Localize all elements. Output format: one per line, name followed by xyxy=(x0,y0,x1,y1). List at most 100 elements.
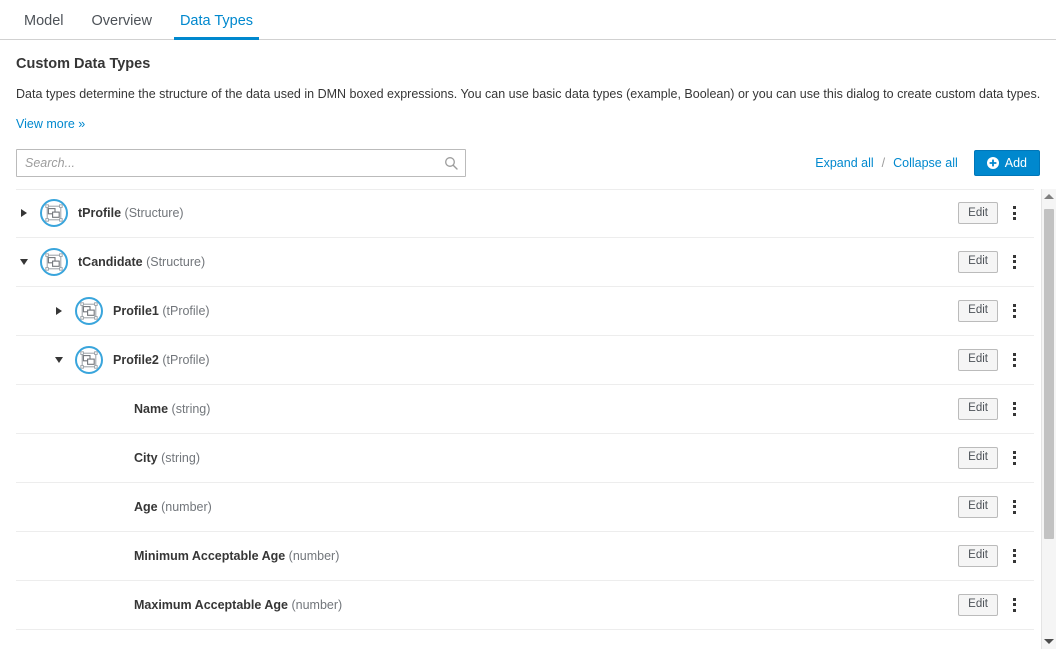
toolbar-actions: Expand all / Collapse all Add xyxy=(815,150,1040,176)
edit-button[interactable]: Edit xyxy=(958,300,998,322)
row-actions: Edit xyxy=(958,398,1024,420)
table-row[interactable]: Maximum Acceptable Age (number) Edit xyxy=(16,581,1034,630)
data-type-name: tCandidate xyxy=(78,255,143,269)
row-content: Age (number) xyxy=(16,499,958,515)
toolbar: Expand all / Collapse all Add xyxy=(0,133,1056,177)
tab-model[interactable]: Model xyxy=(10,14,78,40)
kebab-menu-icon[interactable] xyxy=(1004,202,1024,224)
data-type-kind: (string) xyxy=(161,451,200,465)
row-content: City (string) xyxy=(16,450,958,466)
scroll-down-arrow-icon[interactable] xyxy=(1042,634,1056,649)
collapse-all-link[interactable]: Collapse all xyxy=(893,156,958,170)
row-actions: Edit xyxy=(958,594,1024,616)
expand-all-link[interactable]: Expand all xyxy=(815,156,873,170)
row-actions: Edit xyxy=(958,300,1024,322)
collapse-toggle-icon[interactable] xyxy=(51,352,67,368)
row-label: Age (number) xyxy=(134,500,212,514)
kebab-menu-icon[interactable] xyxy=(1004,398,1024,420)
data-type-name: Profile2 xyxy=(113,353,159,367)
collapse-toggle-icon[interactable] xyxy=(16,254,32,270)
kebab-menu-icon[interactable] xyxy=(1004,496,1024,518)
table-row[interactable]: Profile1 (tProfile) Edit xyxy=(16,287,1034,336)
toggle-placeholder xyxy=(108,548,124,564)
table-row[interactable]: Profile2 (tProfile) Edit xyxy=(16,336,1034,385)
data-type-name: Profile1 xyxy=(113,304,159,318)
add-button-label: Add xyxy=(1005,157,1027,170)
data-type-name: Minimum Acceptable Age xyxy=(134,549,285,563)
expand-toggle-icon[interactable] xyxy=(51,303,67,319)
data-type-name: Age xyxy=(134,500,158,514)
data-type-name: tProfile xyxy=(78,206,121,220)
kebab-menu-icon[interactable] xyxy=(1004,545,1024,567)
toggle-placeholder xyxy=(108,499,124,515)
edit-button[interactable]: Edit xyxy=(958,496,998,518)
structure-icon xyxy=(40,248,68,276)
row-label: tCandidate (Structure) xyxy=(78,255,205,269)
data-types-list: tProfile (Structure)EdittCandidate (Stru… xyxy=(0,189,1056,649)
search-input[interactable] xyxy=(16,149,466,177)
page-header: Custom Data Types Data types determine t… xyxy=(0,40,1056,133)
page-title: Custom Data Types xyxy=(16,56,1040,72)
table-row[interactable]: Minimum Acceptable Age (number) Edit xyxy=(16,532,1034,581)
data-type-kind: (Structure) xyxy=(146,255,205,269)
row-content: Profile2 (tProfile) xyxy=(16,346,958,374)
plus-circle-icon xyxy=(987,157,999,169)
data-type-name: Name xyxy=(134,402,168,416)
page-description: Data types determine the structure of th… xyxy=(16,86,1040,103)
row-content: Profile1 (tProfile) xyxy=(16,297,958,325)
edit-button[interactable]: Edit xyxy=(958,594,998,616)
row-label: Name (string) xyxy=(134,402,210,416)
data-type-kind: (string) xyxy=(172,402,211,416)
scroll-up-arrow-icon[interactable] xyxy=(1042,189,1056,204)
structure-icon xyxy=(40,199,68,227)
row-label: City (string) xyxy=(134,451,200,465)
data-type-kind: (number) xyxy=(291,598,342,612)
row-actions: Edit xyxy=(958,496,1024,518)
data-type-name: Maximum Acceptable Age xyxy=(134,598,288,612)
expand-toggle-icon[interactable] xyxy=(16,205,32,221)
row-content: tProfile (Structure) xyxy=(16,199,958,227)
table-row[interactable]: tProfile (Structure) Edit xyxy=(16,189,1034,238)
tab-data-types[interactable]: Data Types xyxy=(166,14,267,40)
kebab-menu-icon[interactable] xyxy=(1004,300,1024,322)
edit-button[interactable]: Edit xyxy=(958,447,998,469)
toolbar-separator: / xyxy=(874,156,893,170)
data-type-kind: (number) xyxy=(289,549,340,563)
table-row[interactable]: Age (number) Edit xyxy=(16,483,1034,532)
table-row[interactable]: Name (string) Edit xyxy=(16,385,1034,434)
row-label: Profile2 (tProfile) xyxy=(113,353,210,367)
row-actions: Edit xyxy=(958,447,1024,469)
row-actions: Edit xyxy=(958,545,1024,567)
scrollbar-thumb[interactable] xyxy=(1044,209,1054,539)
data-type-kind: (tProfile) xyxy=(162,304,209,318)
edit-button[interactable]: Edit xyxy=(958,349,998,371)
table-row[interactable]: tCandidate (Structure) Edit xyxy=(16,238,1034,287)
row-content: tCandidate (Structure) xyxy=(16,248,958,276)
row-label: Maximum Acceptable Age (number) xyxy=(134,598,342,612)
edit-button[interactable]: Edit xyxy=(958,251,998,273)
row-content: Maximum Acceptable Age (number) xyxy=(16,597,958,613)
edit-button[interactable]: Edit xyxy=(958,398,998,420)
kebab-menu-icon[interactable] xyxy=(1004,251,1024,273)
kebab-menu-icon[interactable] xyxy=(1004,447,1024,469)
row-content: Minimum Acceptable Age (number) xyxy=(16,548,958,564)
data-type-kind: (tProfile) xyxy=(162,353,209,367)
row-actions: Edit xyxy=(958,251,1024,273)
edit-button[interactable]: Edit xyxy=(958,202,998,224)
kebab-menu-icon[interactable] xyxy=(1004,594,1024,616)
add-button[interactable]: Add xyxy=(974,150,1040,176)
tab-overview[interactable]: Overview xyxy=(78,14,166,40)
edit-button[interactable]: Edit xyxy=(958,545,998,567)
tab-bar: ModelOverviewData Types xyxy=(0,0,1056,40)
row-label: tProfile (Structure) xyxy=(78,206,184,220)
kebab-menu-icon[interactable] xyxy=(1004,349,1024,371)
list-scrollbar[interactable] xyxy=(1041,189,1056,649)
row-label: Minimum Acceptable Age (number) xyxy=(134,549,339,563)
row-label: Profile1 (tProfile) xyxy=(113,304,210,318)
data-type-kind: (number) xyxy=(161,500,212,514)
view-more-link[interactable]: View more » xyxy=(16,117,85,131)
table-row[interactable]: City (string) Edit xyxy=(16,434,1034,483)
toggle-placeholder xyxy=(108,401,124,417)
search-box xyxy=(16,149,466,177)
toggle-placeholder xyxy=(108,450,124,466)
